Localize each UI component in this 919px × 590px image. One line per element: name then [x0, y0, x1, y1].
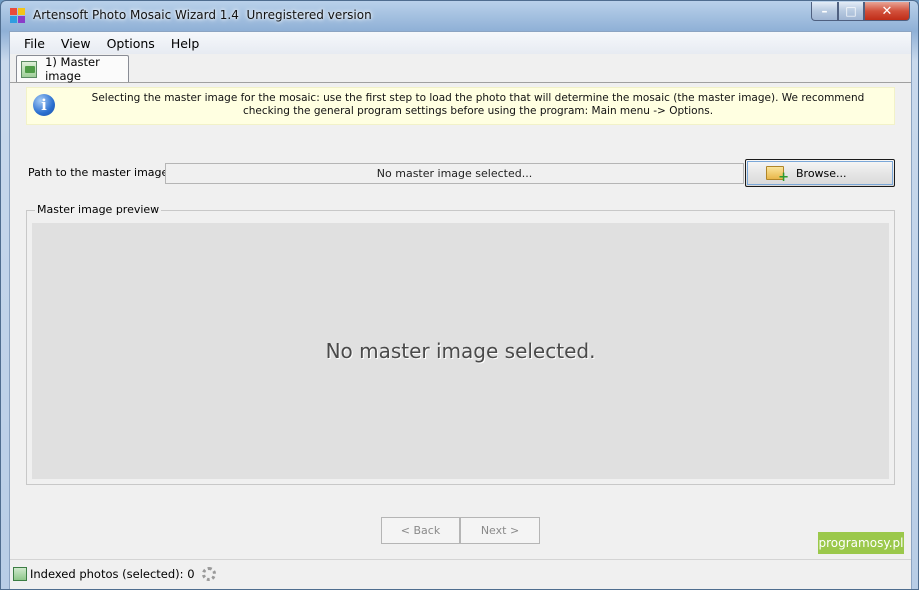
- maximize-button[interactable]: □: [838, 2, 864, 21]
- info-text: Selecting the master image for the mosai…: [91, 92, 865, 117]
- master-image-icon: [21, 60, 38, 78]
- status-bar: Indexed photos (selected): 0: [10, 559, 911, 589]
- menu-options[interactable]: Options: [99, 36, 163, 51]
- menu-view[interactable]: View: [53, 36, 99, 51]
- preview-area: No master image selected.: [32, 223, 889, 479]
- preview-placeholder: No master image selected.: [325, 339, 596, 363]
- tab-strip: 1) Master image: [10, 54, 911, 83]
- browse-button[interactable]: Browse...: [745, 159, 895, 187]
- menu-file[interactable]: File: [16, 36, 53, 51]
- browse-label: Browse...: [796, 166, 847, 180]
- minimize-button[interactable]: –: [811, 2, 838, 21]
- next-button[interactable]: Next >: [460, 517, 540, 544]
- client-area: File View Options Help 1) Master image i…: [9, 31, 912, 589]
- title-bar[interactable]: Artensoft Photo Mosaic Wizard 1.4 Unregi…: [1, 1, 918, 30]
- close-button[interactable]: ✕: [864, 2, 910, 21]
- indexed-photos-icon: [13, 567, 27, 581]
- back-button[interactable]: < Back: [381, 517, 460, 544]
- folder-add-icon: [766, 166, 789, 185]
- app-logo-icon: [10, 8, 25, 23]
- preview-legend: Master image preview: [35, 203, 162, 216]
- loading-spinner-icon: [202, 567, 216, 581]
- path-label: Path to the master image:: [28, 166, 173, 179]
- window-title: Artensoft Photo Mosaic Wizard 1.4 Unregi…: [33, 8, 372, 22]
- path-field[interactable]: No master image selected...: [165, 163, 744, 184]
- menu-bar: File View Options Help: [10, 32, 911, 54]
- info-icon: i: [33, 94, 55, 116]
- watermark-logo: programosy.pl: [818, 532, 904, 554]
- tab-master-image[interactable]: 1) Master image: [16, 55, 129, 83]
- menu-help[interactable]: Help: [163, 36, 208, 51]
- status-text: Indexed photos (selected): 0: [30, 567, 195, 581]
- info-banner: i Selecting the master image for the mos…: [26, 87, 895, 125]
- preview-group: Master image preview No master image sel…: [26, 203, 895, 485]
- tab-label: 1) Master image: [45, 55, 100, 83]
- app-window: Artensoft Photo Mosaic Wizard 1.4 Unregi…: [0, 0, 919, 590]
